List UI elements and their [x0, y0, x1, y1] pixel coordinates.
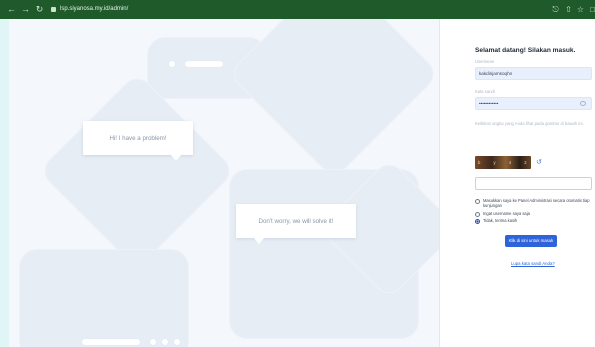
decor-dot	[173, 338, 181, 346]
login-panel: Selamat datang! Silakan masuk. Username …	[439, 19, 595, 347]
background-diamond	[38, 72, 236, 270]
decor-dot	[149, 338, 157, 346]
star-icon[interactable]: ☆	[575, 4, 586, 15]
speech-bubble-tail	[254, 238, 264, 244]
speech-bubble-tail	[171, 155, 181, 161]
share-icon[interactable]: ⇧	[563, 4, 574, 15]
radio-label: Tidak, terima kasih	[483, 218, 518, 223]
decor-bar	[81, 338, 141, 346]
refresh-captcha-icon[interactable]: ↺	[536, 158, 542, 167]
lock-icon[interactable]	[51, 7, 56, 12]
forward-icon[interactable]: →	[20, 4, 31, 15]
back-icon[interactable]: ←	[6, 4, 17, 15]
decor-dot	[168, 60, 176, 68]
radio-username[interactable]	[475, 211, 480, 217]
login-button[interactable]: Klik di sini untuk masuk	[505, 235, 557, 247]
speech-bubble-text: Hi! I have a problem!	[109, 134, 167, 142]
show-password-icon[interactable]	[580, 101, 586, 106]
radio-label: Ingat username saya saja	[483, 211, 530, 216]
speech-bubble-solve: Don't worry, we will solve it!	[236, 204, 356, 244]
illustration-panel: Hi! I have a problem! Don't worry, we wi…	[9, 19, 439, 347]
background-card	[19, 249, 189, 347]
decor-bar	[184, 60, 224, 68]
remember-option-username[interactable]: Ingat username saya saja	[475, 211, 593, 217]
speech-bubble-text: Don't worry, we will solve it!	[258, 217, 334, 225]
username-label: Username	[475, 59, 495, 64]
password-label: Kata sandi	[475, 89, 495, 94]
remember-option-none[interactable]: Tidak, terima kasih	[475, 218, 593, 224]
window-icon[interactable]: □	[587, 4, 595, 15]
radio-auto[interactable]	[475, 198, 480, 204]
radio-none[interactable]	[475, 218, 480, 224]
captcha-label: Ketikkan angka yang Anda lihat pada gamb…	[475, 121, 584, 126]
username-field[interactable]: kakdinjamsoqhn	[475, 67, 592, 80]
remember-option-auto[interactable]: Masukkan saya ke Panel Administrasi seca…	[475, 198, 593, 208]
background-diamond	[227, 19, 439, 181]
key-icon[interactable]: ⎋	[550, 4, 561, 15]
captcha-input[interactable]	[475, 177, 592, 190]
address-bar[interactable]: lsp.siyanosa.my.id/admin/	[60, 4, 128, 15]
password-value: ••••••••••••	[479, 101, 499, 106]
welcome-heading: Selamat datang! Silakan masuk.	[475, 47, 576, 54]
forgot-password-link[interactable]: Lupa kata sandi Anda?	[511, 261, 555, 266]
username-value: kakdinjamsoqhn	[479, 71, 513, 76]
decor-dot	[161, 338, 169, 346]
reload-icon[interactable]: ↻	[34, 4, 45, 15]
captcha-image: b y 4 2 p	[475, 156, 531, 169]
browser-toolbar: ← → ↻ lsp.siyanosa.my.id/admin/ ⎋ ⇧ ☆ □	[0, 0, 595, 19]
password-field[interactable]: ••••••••••••	[475, 97, 592, 110]
radio-label: Masukkan saya ke Panel Administrasi seca…	[483, 198, 590, 208]
speech-bubble-problem: Hi! I have a problem!	[83, 121, 193, 161]
